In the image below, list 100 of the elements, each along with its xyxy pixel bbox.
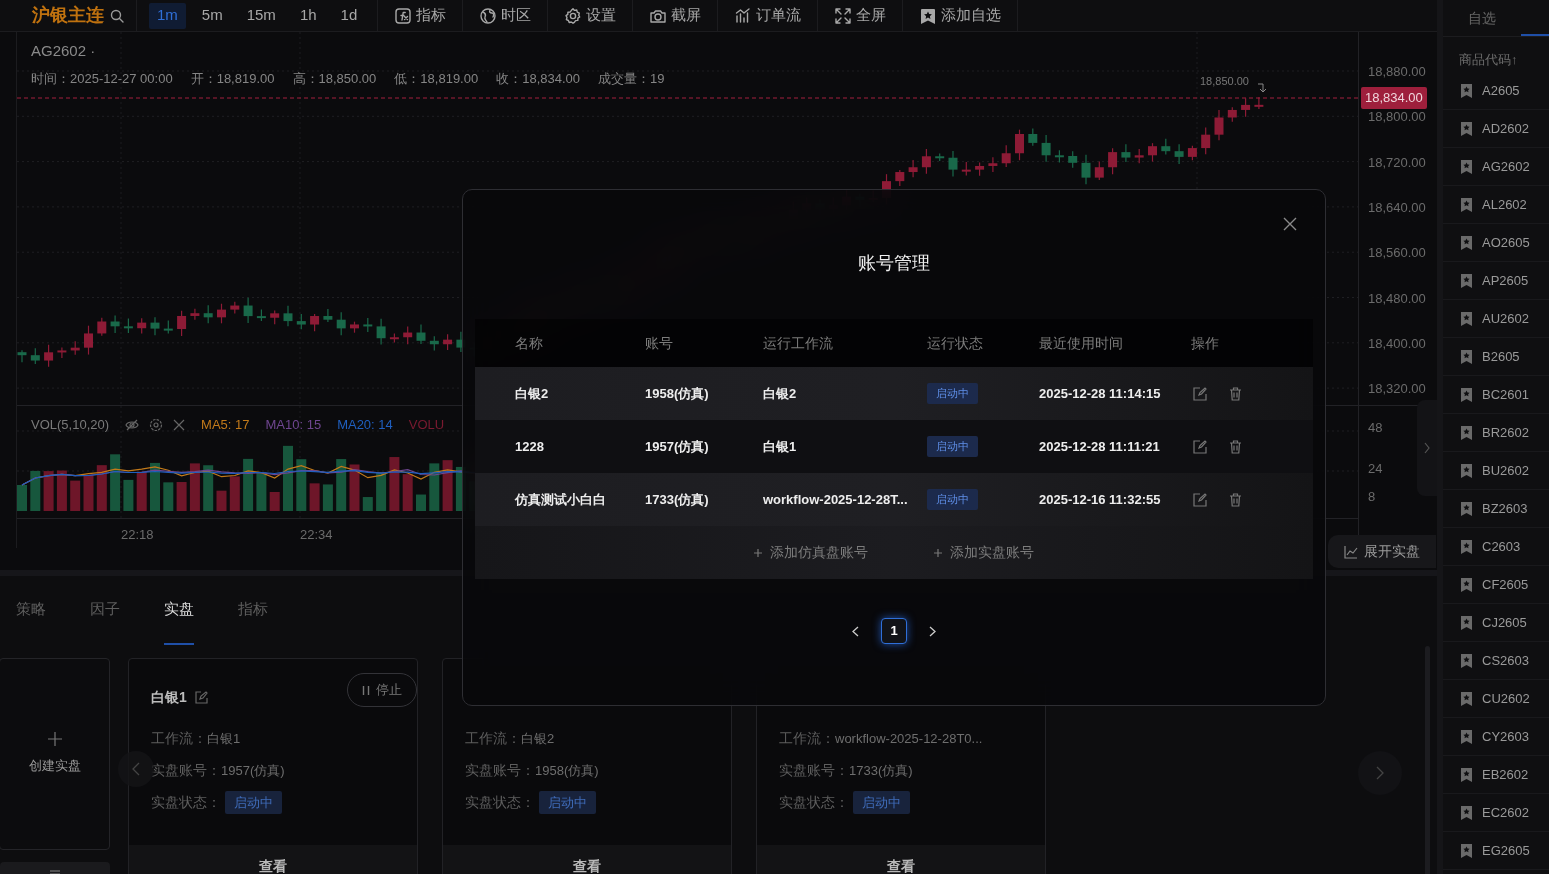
plus-icon xyxy=(934,548,942,557)
volume-legend-label: MA5: 17 xyxy=(201,416,250,434)
ohlc-value: 收：18,834.00 xyxy=(496,69,581,88)
delete-button[interactable] xyxy=(1229,439,1242,454)
toolbar-button[interactable]: 添加自选 xyxy=(919,4,1002,27)
expand-panel-button[interactable]: 展开实盘 xyxy=(1328,535,1436,568)
field-label: 实盘账号： xyxy=(151,761,221,781)
table-cell-text: 2025-12-28 11:11:21 xyxy=(1039,437,1161,456)
toolbar-button[interactable]: 订单流 xyxy=(734,4,802,27)
view-button[interactable]: 查看 xyxy=(757,845,1045,874)
watchlist-row[interactable]: AG2602 xyxy=(1443,148,1549,186)
bookmark-star-icon xyxy=(1460,83,1473,98)
instrument-code: CY2603 xyxy=(1482,727,1529,746)
status-badge: 启动中 xyxy=(927,383,978,404)
watchlist-row[interactable]: AU2602 xyxy=(1443,300,1549,338)
timeframe-tab[interactable]: 5m xyxy=(193,2,231,29)
watchlist-row[interactable]: EB2602 xyxy=(1443,756,1549,794)
toolbar-button[interactable]: 设置 xyxy=(564,4,617,27)
bookmark-star-icon xyxy=(1460,235,1473,250)
high-marker-icon xyxy=(1257,83,1267,93)
edit-button[interactable] xyxy=(1193,386,1207,401)
toolbar-button[interactable]: 全屏 xyxy=(834,4,887,27)
watchlist-row[interactable]: EG2605 xyxy=(1443,832,1549,870)
close-icon[interactable] xyxy=(173,418,186,431)
panel-tab[interactable]: 实盘 xyxy=(164,576,194,645)
bookmark-star-icon xyxy=(1460,463,1473,478)
settings-icon xyxy=(564,6,583,25)
add-account-link[interactable]: 添加仿真盘账号 xyxy=(754,542,868,563)
create-card[interactable]: 创建实盘 xyxy=(0,658,110,850)
watchlist-row[interactable]: CJ2605 xyxy=(1443,604,1549,642)
column-header[interactable]: 商品代码↑ xyxy=(1459,49,1518,69)
watchlist-row[interactable]: C2603 xyxy=(1443,528,1549,566)
close-icon[interactable] xyxy=(1283,217,1297,231)
column-header: 运行工作流 xyxy=(763,333,834,353)
volume-legend-label: MA10: 15 xyxy=(265,416,322,434)
view-button[interactable]: 查看 xyxy=(443,845,731,874)
edit-icon xyxy=(1193,386,1207,401)
bookmark-star-icon xyxy=(1460,501,1473,516)
fullscreen-icon xyxy=(834,6,853,25)
price-axis-label: 18,400.00 xyxy=(1368,334,1426,353)
high-price-label: 18,850.00 xyxy=(1200,74,1249,89)
instrument-code: EC2602 xyxy=(1482,803,1529,822)
status-badge: 启动中 xyxy=(225,790,282,815)
toolbar-button[interactable]: 截屏 xyxy=(649,4,702,27)
toolbar-button[interactable]: 指标 xyxy=(394,4,447,27)
watchlist-row[interactable]: CU2602 xyxy=(1443,680,1549,718)
next-page-button[interactable] xyxy=(929,625,936,637)
watchlist-row[interactable]: BZ2603 xyxy=(1443,490,1549,528)
timeframe-tab[interactable]: 1d xyxy=(332,2,366,29)
field-value: 1733(仿真) xyxy=(849,761,913,780)
watchlist-row[interactable]: BR2602 xyxy=(1443,414,1549,452)
instrument-code: AP2605 xyxy=(1482,271,1529,290)
chevron-left-icon xyxy=(852,625,859,637)
timeframe-tab[interactable]: 1m xyxy=(149,2,186,29)
instrument-code: EG2605 xyxy=(1482,841,1530,860)
watchlist-row[interactable]: CS2603 xyxy=(1443,642,1549,680)
globe-icon xyxy=(479,6,498,25)
edit-button[interactable] xyxy=(1193,439,1207,454)
watchlist-row[interactable]: AL2602 xyxy=(1443,186,1549,224)
watchlist-row[interactable]: A2605 xyxy=(1443,72,1549,110)
edit-button[interactable] xyxy=(1193,492,1207,507)
table-cell-text: 1733(仿真) xyxy=(645,490,710,509)
bookmark-star-icon xyxy=(1460,615,1473,630)
watchlist-row[interactable]: EC2602 xyxy=(1443,794,1549,832)
edit-icon[interactable] xyxy=(194,690,208,704)
previous-page-button[interactable] xyxy=(852,625,859,637)
chevron-right-icon xyxy=(1376,766,1384,780)
watchlist-row[interactable]: AP2605 xyxy=(1443,262,1549,300)
timeframe-tab[interactable]: 1h xyxy=(291,2,325,29)
instrument-code: C2603 xyxy=(1482,537,1521,556)
collapse-handle[interactable] xyxy=(1417,400,1437,496)
plus-icon xyxy=(47,732,62,747)
eye-off-icon xyxy=(125,417,140,432)
chevron-right-icon xyxy=(929,625,936,637)
volume-axis-label: 48 xyxy=(1368,419,1383,437)
toolbar-button[interactable]: 时区 xyxy=(479,4,532,27)
table-cell-text: 1228 xyxy=(515,437,545,456)
delete-button[interactable] xyxy=(1229,386,1242,401)
search-icon[interactable] xyxy=(110,8,124,23)
watchlist-row[interactable]: CY2603 xyxy=(1443,718,1549,756)
table-cell-text: 1957(仿真) xyxy=(645,437,710,456)
add-account-link[interactable]: 添加实盘账号 xyxy=(934,542,1034,563)
edit-icon xyxy=(1193,492,1207,507)
watchlist-row[interactable]: B2605 xyxy=(1443,338,1549,376)
status-badge: 启动中 xyxy=(539,790,596,815)
watchlist-row[interactable]: CF2605 xyxy=(1443,566,1549,604)
watchlist-row[interactable]: BU2602 xyxy=(1443,452,1549,490)
field-value: 白银2 xyxy=(521,729,555,748)
watchlist-row[interactable]: AD2602 xyxy=(1443,110,1549,148)
timeframe-tab[interactable]: 15m xyxy=(238,2,284,29)
watchlist-row[interactable]: AO2605 xyxy=(1443,224,1549,262)
trash-icon xyxy=(1229,439,1242,454)
view-button[interactable]: 查看 xyxy=(129,845,417,874)
instrument-code: CU2602 xyxy=(1482,689,1530,708)
instrument-code: BR2602 xyxy=(1482,423,1529,442)
page-button[interactable]: 1 xyxy=(881,618,907,644)
delete-button[interactable] xyxy=(1229,492,1242,507)
volume-title: VOL(5,10,20) xyxy=(31,416,110,434)
bookmark-star-icon xyxy=(1460,577,1473,592)
watchlist-row[interactable]: BC2601 xyxy=(1443,376,1549,414)
